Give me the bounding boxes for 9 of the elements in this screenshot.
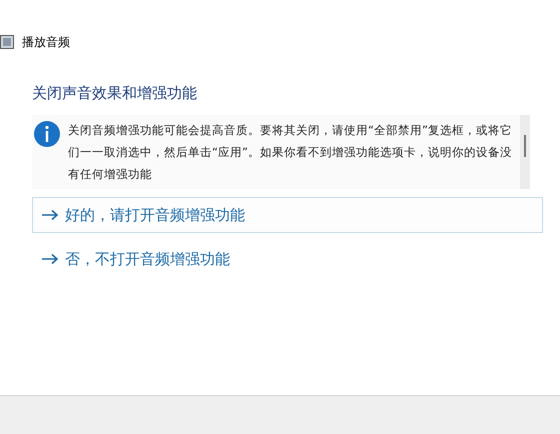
dialog-heading: 关闭声音效果和增强功能 xyxy=(32,84,198,103)
option-link[interactable]: 好的，请打开音频增强功能 xyxy=(32,197,543,233)
app-icon xyxy=(0,35,14,49)
arrow-icon xyxy=(41,253,59,265)
option-link[interactable]: 否，不打开音频增强功能 xyxy=(32,241,543,277)
arrow-icon xyxy=(41,209,59,221)
info-text: 关闭音频增强功能可能会提高音质。要将其关闭，请使用“全部禁用”复选框，或将它们一一取消选中，然后单击“应用”。如果你看不到增强功能选项卡，说明你的设备没有任何增强功能 xyxy=(68,122,513,183)
scrollbar[interactable] xyxy=(520,115,530,189)
window-title: 播放音频 xyxy=(22,34,70,50)
